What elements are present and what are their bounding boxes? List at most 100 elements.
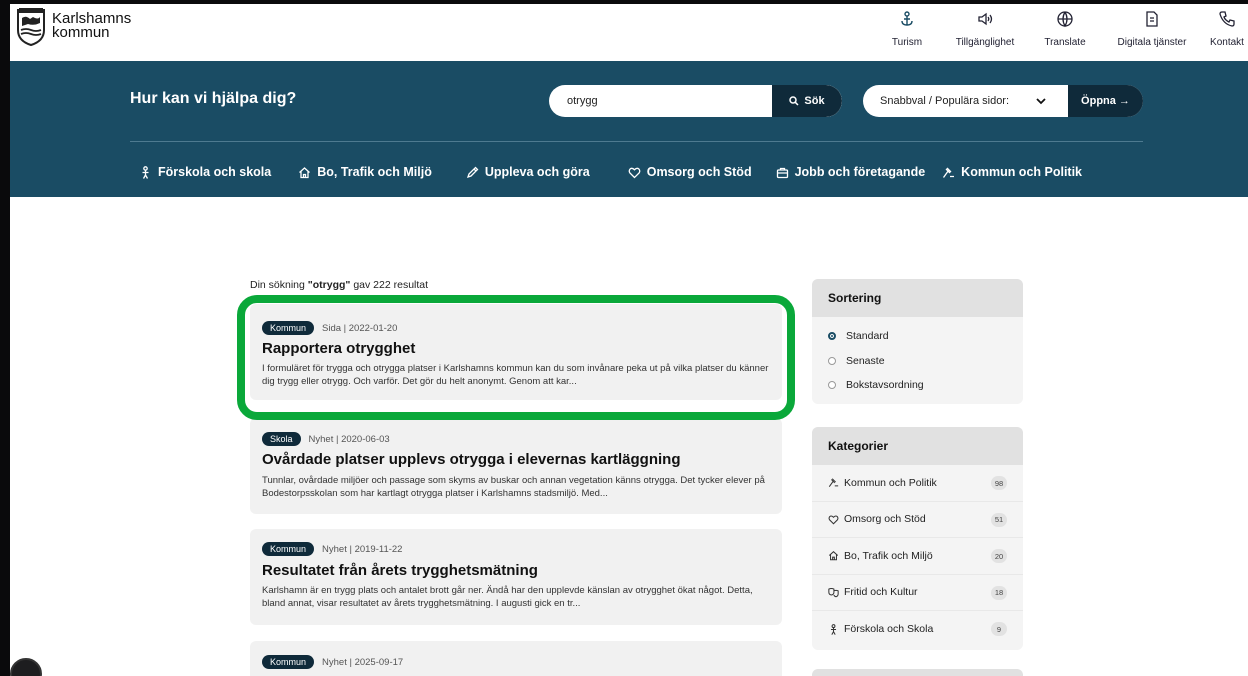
nav-label: Förskola och skola bbox=[158, 165, 272, 179]
results-summary: Din sökning "otrygg" gav 222 resultat bbox=[250, 279, 428, 291]
logo-line2: kommun bbox=[52, 24, 110, 41]
nav-item-politics[interactable]: Kommun och Politik bbox=[942, 165, 1082, 179]
result-card[interactable]: Kommun Nyhet | 2019-11-22 Resultatet frå… bbox=[250, 529, 782, 625]
masks-icon bbox=[828, 587, 839, 598]
result-card[interactable]: Skola Nyhet | 2020-06-03 Ovårdade platse… bbox=[250, 418, 782, 514]
sort-label: Bokstavsordning bbox=[846, 379, 924, 392]
highlight-outline bbox=[237, 295, 795, 420]
category-badge: Kommun bbox=[262, 655, 315, 669]
band-title: Hur kan vi hjälpa dig? bbox=[130, 90, 297, 107]
tool-label: Turism bbox=[891, 37, 923, 48]
radio[interactable] bbox=[828, 356, 836, 365]
nav-item-jobs[interactable]: Jobb och företagande bbox=[776, 165, 926, 179]
heart-icon bbox=[828, 515, 839, 525]
quick-select[interactable]: Snabbval / Populära sidor: bbox=[863, 85, 1068, 117]
radio[interactable] bbox=[828, 381, 836, 390]
search-input[interactable] bbox=[549, 85, 774, 117]
result-description: Karlshamn är en trygg plats och antalet … bbox=[262, 585, 753, 609]
nav-label: Kommun och Politik bbox=[961, 165, 1083, 179]
search-button[interactable]: Sök bbox=[772, 85, 842, 117]
search-box: Sök bbox=[549, 85, 842, 117]
house-icon bbox=[828, 551, 839, 561]
search-icon bbox=[789, 96, 799, 106]
anchor-icon bbox=[901, 11, 913, 26]
sort-option-alphabetical[interactable]: Bokstavsordning bbox=[812, 373, 1023, 398]
globe-icon bbox=[1057, 11, 1073, 28]
open-button[interactable]: Öppna → bbox=[1068, 85, 1143, 117]
search-band: Hur kan vi hjälpa dig? Sök Snabbval / Po… bbox=[10, 61, 1248, 197]
sorting-panel: Sortering Standard Senaste Bokstavsordni… bbox=[812, 279, 1023, 404]
categories-panel: Kategorier Kommun och Politik 98 Omsorg … bbox=[812, 427, 1023, 650]
nav-item-experience[interactable]: Uppleva och göra bbox=[466, 165, 590, 179]
gavel-icon bbox=[943, 167, 955, 178]
category-label: Bo, Trafik och Miljö bbox=[844, 549, 933, 562]
result-description: Tunnlar, ovårdade miljöer och passage so… bbox=[262, 475, 765, 499]
result-meta: Nyhet | 2025-09-17 bbox=[322, 656, 404, 668]
sort-option-standard[interactable]: Standard bbox=[812, 324, 1023, 349]
browser-page: Karlshamns kommun Turism Tillgänglighet … bbox=[10, 4, 1248, 676]
nav-label: Uppleva och göra bbox=[484, 165, 590, 179]
document-icon bbox=[1146, 11, 1158, 27]
category-count: 20 bbox=[991, 549, 1007, 563]
band-divider bbox=[130, 141, 1143, 142]
third-panel bbox=[812, 669, 1023, 676]
tool-digital-services[interactable]: Digitala tjänster bbox=[1117, 4, 1187, 61]
summary-suffix: gav 222 resultat bbox=[350, 279, 429, 291]
nav-item-housing[interactable]: Bo, Trafik och Miljö bbox=[298, 165, 432, 179]
result-meta: Nyhet | 2020-06-03 bbox=[308, 433, 390, 445]
heart-icon bbox=[628, 167, 641, 178]
category-count: 18 bbox=[991, 585, 1007, 600]
category-item[interactable]: Kommun och Politik 98 bbox=[812, 465, 1023, 502]
category-label: Förskola och Skola bbox=[844, 623, 934, 636]
category-label: Kommun och Politik bbox=[844, 476, 937, 489]
nav-label: Omsorg och Stöd bbox=[646, 165, 752, 179]
nav-label: Bo, Trafik och Miljö bbox=[317, 165, 432, 179]
category-count: 98 bbox=[991, 476, 1007, 490]
tool-accessibility[interactable]: Tillgänglighet bbox=[950, 4, 1020, 61]
category-count: 51 bbox=[991, 512, 1007, 527]
pen-icon bbox=[466, 166, 479, 178]
category-item[interactable]: Bo, Trafik och Miljö 20 bbox=[812, 538, 1023, 575]
category-badge: Skola bbox=[262, 432, 301, 446]
site-logo[interactable]: Karlshamns kommun bbox=[16, 8, 131, 46]
nav-item-care[interactable]: Omsorg och Stöd bbox=[628, 165, 752, 179]
sort-option-latest[interactable]: Senaste bbox=[812, 349, 1023, 374]
summary-term: "otrygg" bbox=[307, 279, 351, 291]
tool-label: Tillgänglighet bbox=[955, 37, 1015, 48]
category-label: Omsorg och Stöd bbox=[844, 513, 926, 526]
tool-contact[interactable]: Kontakt bbox=[1206, 4, 1248, 61]
main-nav: Förskola och skola Bo, Trafik och Miljö … bbox=[130, 165, 1082, 179]
top-bar: Karlshamns kommun Turism Tillgänglighet … bbox=[10, 4, 1248, 61]
category-item[interactable]: Omsorg och Stöd 51 bbox=[812, 502, 1023, 538]
category-badge: Kommun bbox=[262, 542, 315, 556]
nav-item-preschool[interactable]: Förskola och skola bbox=[139, 165, 271, 179]
categories-title: Kategorier bbox=[812, 427, 1023, 465]
child-icon bbox=[830, 623, 837, 635]
phone-icon bbox=[1219, 11, 1235, 27]
briefcase-icon bbox=[776, 167, 788, 178]
child-icon bbox=[142, 165, 149, 179]
quick-select-label: Snabbval / Populära sidor: bbox=[880, 95, 1010, 107]
tool-label: Kontakt bbox=[1210, 37, 1244, 48]
radio-selected[interactable] bbox=[828, 332, 836, 341]
category-item[interactable]: Förskola och Skola 9 bbox=[812, 611, 1023, 648]
speaker-icon bbox=[978, 12, 993, 26]
result-card[interactable]: Kommun Nyhet | 2025-09-17 bbox=[250, 641, 782, 676]
result-title[interactable]: Resultatet från årets trygghetsmätning bbox=[262, 562, 538, 579]
crest-icon bbox=[17, 8, 45, 46]
tool-label: Translate bbox=[1044, 37, 1086, 48]
tool-turism[interactable]: Turism bbox=[882, 4, 932, 61]
result-meta: Nyhet | 2019-11-22 bbox=[322, 543, 403, 555]
tool-translate[interactable]: Translate bbox=[1040, 4, 1090, 61]
tool-label: Digitala tjänster bbox=[1117, 37, 1187, 48]
category-item[interactable]: Fritid och Kultur 18 bbox=[812, 575, 1023, 611]
result-title[interactable]: Ovårdade platser upplevs otrygga i eleve… bbox=[262, 451, 680, 468]
nav-label: Jobb och företagande bbox=[794, 165, 926, 179]
sorting-title: Sortering bbox=[812, 279, 1023, 317]
quick-links: Snabbval / Populära sidor: Öppna → bbox=[863, 85, 1143, 117]
house-icon bbox=[299, 166, 311, 178]
category-count: 9 bbox=[991, 622, 1007, 636]
chevron-down-icon bbox=[1036, 98, 1046, 105]
category-label: Fritid och Kultur bbox=[844, 586, 918, 599]
sort-label: Standard bbox=[846, 330, 889, 343]
